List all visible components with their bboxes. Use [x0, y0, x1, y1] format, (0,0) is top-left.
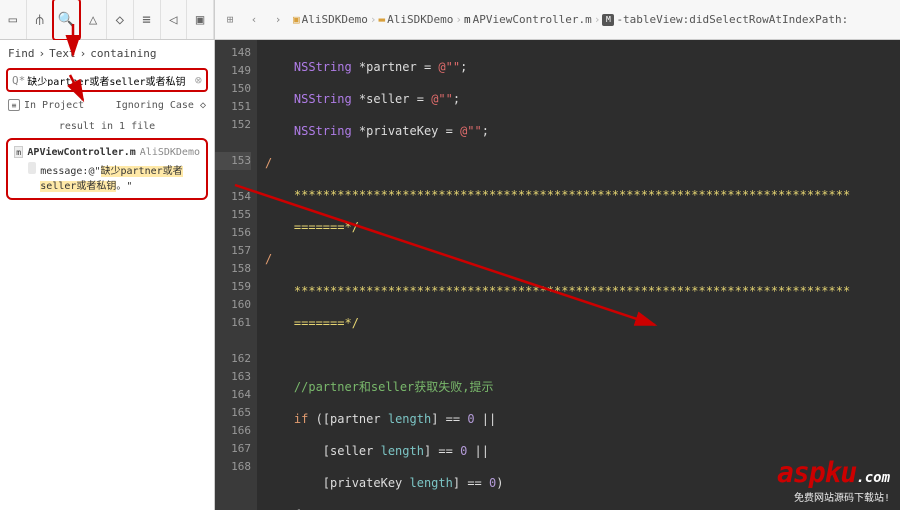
- breadcrumb[interactable]: ▣ AliSDKDemo › ▬ AliSDKDemo › m APViewCo…: [293, 13, 848, 26]
- search-field[interactable]: Q* ⊗: [6, 68, 208, 92]
- issue-tab-icon[interactable]: △: [80, 0, 107, 39]
- folder-tab-icon[interactable]: ▭: [0, 0, 27, 39]
- report-tab-icon[interactable]: ▣: [187, 0, 214, 39]
- search-tab-icon[interactable]: 🔍: [54, 0, 81, 39]
- result-file-name: APViewController.m: [27, 147, 135, 158]
- code-area[interactable]: NSString *partner = @""; NSString *selle…: [257, 40, 900, 510]
- navigator-tabs: ▭ ⫛ 🔍 △ ◇ ≡ ◁ ▣: [0, 0, 215, 39]
- find-label: Find: [8, 47, 35, 60]
- ignoring-case-toggle[interactable]: Ignoring Case ◇: [116, 100, 206, 111]
- crumb-file: APViewController.m: [473, 13, 592, 26]
- nav-back-icon[interactable]: ‹: [245, 13, 263, 26]
- symbol-tab-icon[interactable]: ⫛: [27, 0, 54, 39]
- crumb-folder: AliSDKDemo: [387, 13, 453, 26]
- chevron-right-icon: ›: [455, 13, 462, 26]
- result-match-row[interactable]: message:@"缺少partner或者seller或者私钥。": [12, 160, 202, 194]
- scope-label[interactable]: In Project: [24, 100, 84, 111]
- chevron-right-icon: ›: [370, 13, 377, 26]
- nav-forward-icon[interactable]: ›: [269, 13, 287, 26]
- crumb-project: AliSDKDemo: [302, 13, 368, 26]
- search-navigator: Find› Text› containing Q* ⊗ ≡ In Project…: [0, 40, 215, 510]
- related-items-icon[interactable]: ⊞: [221, 13, 239, 26]
- main-area: Find› Text› containing Q* ⊗ ≡ In Project…: [0, 40, 900, 510]
- method-icon: M: [602, 14, 614, 26]
- chevron-right-icon: ›: [594, 13, 601, 26]
- chevron-right-icon: ›: [39, 47, 46, 60]
- debug-tab-icon[interactable]: ≡: [134, 0, 161, 39]
- crumb-method: -tableView:didSelectRowAtIndexPath:: [616, 13, 848, 26]
- chevron-right-icon: ›: [80, 47, 87, 60]
- containing-label: containing: [90, 47, 156, 60]
- file-icon: m: [464, 13, 471, 26]
- code-editor[interactable]: 148149150 151152 153154 155156157 158159…: [215, 40, 900, 510]
- search-icon: Q*: [12, 74, 25, 87]
- project-icon: ▣: [293, 13, 300, 26]
- result-project: AliSDKDemo: [140, 147, 200, 158]
- result-list: m APViewController.m AliSDKDemo message:…: [6, 138, 208, 200]
- result-summary: result in 1 file: [0, 116, 214, 136]
- search-scope-row: ≡ In Project Ignoring Case ◇: [0, 94, 214, 116]
- breakpoint-tab-icon[interactable]: ◁: [161, 0, 188, 39]
- editor-header: ⊞ ‹ › ▣ AliSDKDemo › ▬ AliSDKDemo › m AP…: [215, 0, 900, 39]
- line-gutter: 148149150 151152 153154 155156157 158159…: [215, 40, 257, 510]
- text-label: Text: [49, 47, 76, 60]
- watermark: aspku.com 免费网站源码下载站!: [777, 456, 890, 504]
- match-text: message:@"缺少partner或者seller或者私钥。": [40, 162, 202, 192]
- find-mode-row[interactable]: Find› Text› containing: [0, 40, 214, 66]
- test-tab-icon[interactable]: ◇: [107, 0, 134, 39]
- folder-icon: ▬: [378, 13, 385, 26]
- top-tabbar: ▭ ⫛ 🔍 △ ◇ ≡ ◁ ▣ ⊞ ‹ › ▣ AliSDKDemo › ▬ A…: [0, 0, 900, 40]
- scope-icon[interactable]: ≡: [8, 99, 20, 111]
- file-icon: m: [14, 146, 23, 158]
- result-file-row[interactable]: m APViewController.m AliSDKDemo: [12, 144, 202, 160]
- match-icon: [28, 162, 36, 174]
- clear-icon[interactable]: ⊗: [195, 73, 202, 87]
- search-input[interactable]: [27, 75, 195, 86]
